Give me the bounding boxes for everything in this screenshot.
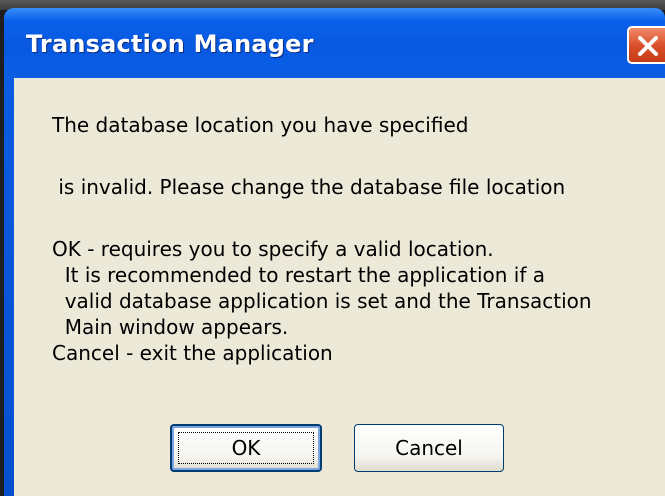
title-bar[interactable]: Transaction Manager	[4, 8, 665, 78]
ok-button[interactable]: OK	[170, 424, 322, 472]
message-line-3: OK - requires you to specify a valid loc…	[52, 237, 494, 261]
message-line-5: valid database application is set and th…	[52, 289, 592, 313]
message-line-2: is invalid. Please change the database f…	[52, 175, 566, 199]
message-line-7: Cancel - exit the application	[52, 341, 333, 365]
cancel-button[interactable]: Cancel	[354, 424, 504, 472]
message-line-4: It is recommended to restart the applica…	[52, 263, 545, 287]
focus-rectangle	[178, 432, 314, 464]
dialog-window: Transaction Manager The database locatio…	[4, 8, 665, 496]
message-line-1: The database location you have specified	[52, 113, 469, 137]
dialog-body: The database location you have specified…	[14, 78, 665, 496]
close-icon	[638, 36, 658, 56]
window-title: Transaction Manager	[26, 30, 314, 58]
message-line-6: Main window appears.	[52, 315, 289, 339]
cancel-button-label: Cancel	[395, 436, 463, 460]
close-button[interactable]	[627, 26, 665, 64]
